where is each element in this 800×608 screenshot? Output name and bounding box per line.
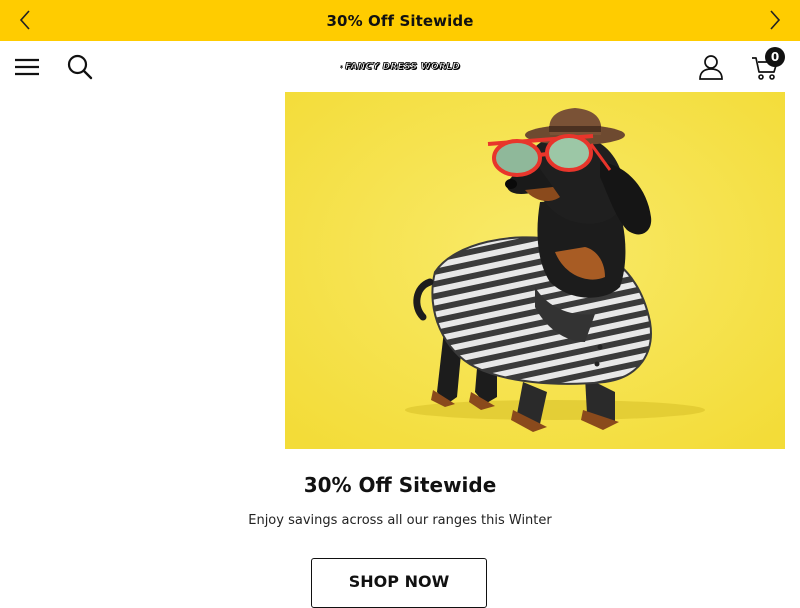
- promo-bar: 30% Off Sitewide: [0, 0, 800, 41]
- site-logo[interactable]: FANCY DRESS WORLD: [340, 57, 460, 77]
- chevron-left-icon[interactable]: [14, 9, 36, 31]
- logo-text: FANCY DRESS WORLD: [345, 62, 460, 73]
- shop-now-button[interactable]: SHOP NOW: [311, 558, 487, 608]
- search-icon[interactable]: [66, 53, 94, 81]
- cart-count-badge[interactable]: 0: [765, 47, 785, 67]
- logo-hat-icon: [340, 65, 344, 69]
- hamburger-menu-icon[interactable]: [14, 55, 40, 79]
- promo-text[interactable]: 30% Off Sitewide: [327, 12, 474, 30]
- chevron-right-icon[interactable]: [764, 9, 786, 31]
- user-icon[interactable]: [697, 53, 725, 81]
- hero-subtitle: Enjoy savings across all our ranges this…: [248, 513, 552, 528]
- site-header: FANCY DRESS WORLD: [0, 41, 800, 93]
- hero-image[interactable]: [285, 92, 785, 449]
- hero-title: 30% Off Sitewide: [303, 473, 497, 497]
